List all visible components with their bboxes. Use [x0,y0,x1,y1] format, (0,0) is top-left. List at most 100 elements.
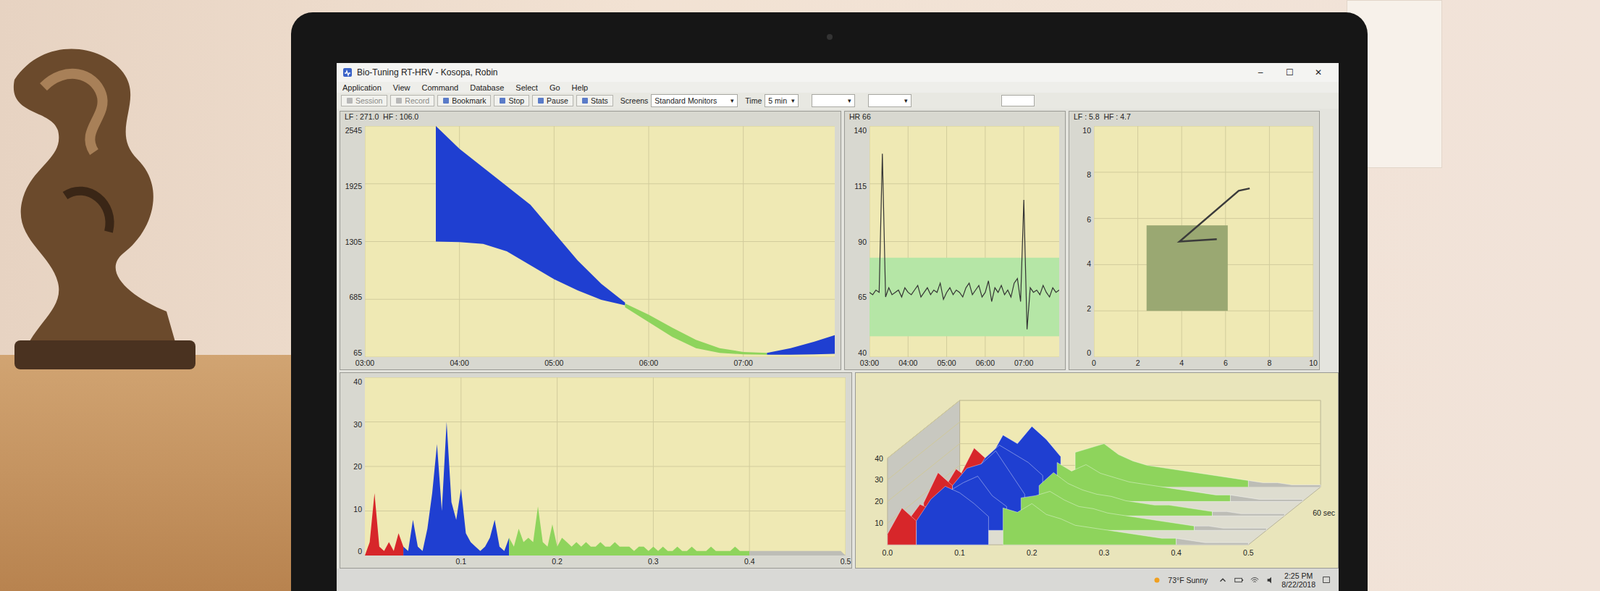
laptop: Bio-Tuning RT-HRV - Kosopa, Robin –☐✕ Ap… [291,12,1368,591]
x-tick: 0.4 [1170,548,1182,557]
notifications-icon[interactable] [1321,574,1332,585]
power-bands [364,125,835,357]
speaker-icon[interactable] [1265,574,1276,585]
weather[interactable]: 73°F Sunny [1167,575,1208,585]
y-tick: 40 [874,454,884,463]
toolbar-button-icon [498,97,507,105]
toolbar-button[interactable]: Bookmark [437,94,491,107]
empty-dropdown[interactable]: ▾ [811,94,856,108]
x-tick: 10 [1308,358,1318,368]
power-plot [364,125,835,357]
menu-item[interactable]: Select [515,83,538,92]
x-tick: 0.4 [744,556,756,566]
x-tick: 04:00 [450,358,470,368]
empty-field[interactable] [1001,94,1035,107]
x-tick: 06:00 [639,358,659,368]
x-tick: 03:00 [355,358,375,368]
y-tick: 10 [874,519,884,528]
menu-item[interactable]: Application [342,83,382,92]
toolbar-button-icon [581,97,589,105]
coherence-panel: LF : 5.8 HF : 4.7 1086420 0246810 [1068,110,1320,370]
y-tick: 20 [353,461,362,471]
power-chart-header: LF : 271.0 HF : 106.0 [340,111,841,122]
heart-rate-header: HR 66 [844,111,1065,122]
empty-dropdown[interactable]: ▾ [868,94,912,108]
toolbar: Session Record Bookmark Stop Pause Stats… [336,92,1339,109]
battery-icon[interactable] [1233,574,1244,585]
toolbar-button[interactable]: Stop [493,94,530,107]
heart-rate-panel: HR 66 140115906540 03:0004:0005:0006:000… [844,110,1066,370]
target-box [1146,225,1228,311]
spectrum-band [749,550,846,556]
toolbar-button[interactable]: Pause [532,94,574,107]
x-tick: 6 [1223,358,1228,368]
x-tick: 0.2 [1026,548,1038,557]
x-tick: 8 [1266,358,1272,368]
y-axis: 1086420 [1069,125,1094,357]
screens-dropdown[interactable]: Standard Monitors▾ [650,94,738,108]
menu-item[interactable]: Command [421,83,459,92]
x-tick: 0 [1091,358,1097,368]
clock[interactable]: 2:25 PM 8/22/2018 [1281,571,1316,589]
toolbar-button-icon [346,97,354,105]
y-tick: 0 [1086,348,1092,357]
window-control[interactable]: ☐ [1274,67,1304,78]
chevron-up-icon[interactable] [1217,574,1228,585]
waterfall-spectrum [887,507,917,545]
x-tick: 06:00 [975,358,995,368]
depth-label: 60 sec [1312,508,1336,517]
x-axis: 0246810 [1093,356,1314,370]
x-tick: 07:00 [734,358,753,368]
y-tick: 65 [857,292,867,302]
waterfall-spectrum [1002,503,1176,545]
spectrum-chart [364,377,846,556]
x-tick: 0.0 [882,548,894,557]
screens-label: Screens [620,96,649,105]
toolbar-button[interactable]: Record [390,94,435,107]
toolbar-button[interactable]: Session [340,94,388,107]
x-tick: 0.3 [647,556,659,566]
window-control[interactable]: – [1245,67,1275,78]
y-tick: 20 [874,497,884,506]
x-tick: 07:00 [1014,358,1034,368]
x-tick: 0.1 [954,548,966,557]
app-heart-icon [342,67,353,78]
waterfall-spectrum [1212,511,1286,516]
y-axis: 403020100 [340,377,365,556]
x-tick: 05:00 [544,358,564,368]
coherence-trace [1179,188,1250,242]
toolbar-button-icon [442,97,450,105]
menu-item[interactable]: Go [549,83,561,92]
target-zone [869,257,1060,336]
waterfall-spectrum [1194,525,1267,530]
wifi-icon[interactable] [1249,574,1260,585]
y-tick: 685 [348,292,362,302]
x-axis: 03:0004:0005:0006:0007:00 [869,356,1060,370]
y-tick: 115 [854,181,867,191]
menu-item[interactable]: View [393,83,411,92]
dragon-statue [0,21,218,384]
menu-item[interactable]: Help [571,83,589,92]
y-tick: 0 [357,546,362,556]
y-tick: 30 [353,419,362,429]
waterfall-spectrum [916,485,989,545]
time-label: Time [744,96,762,105]
y-tick: 8 [1086,170,1092,179]
time-dropdown[interactable]: 5 min▾ [764,94,799,108]
window-control[interactable]: ✕ [1303,67,1333,78]
toolbar-button[interactable]: Stats [576,94,614,107]
menu-item[interactable]: Database [469,83,504,92]
power-band [435,125,625,306]
y-tick: 1925 [345,181,362,191]
power-chart-panel: LF : 271.0 HF : 106.0 25451925130568565 … [339,110,842,370]
window-title: Bio-Tuning RT-HRV - Kosopa, Robin [356,67,1242,78]
hr-trace [869,153,1060,329]
y-tick: 1305 [345,237,362,247]
x-tick: 4 [1179,358,1184,368]
x-axis: 03:0004:0005:0006:0007:00 [364,356,835,370]
y-axis: 140115906540 [844,125,870,357]
x-tick: 0.1 [455,556,467,566]
waterfall-spectrum [1248,480,1321,487]
y-tick: 4 [1086,259,1092,268]
y-tick: 10 [353,504,362,514]
